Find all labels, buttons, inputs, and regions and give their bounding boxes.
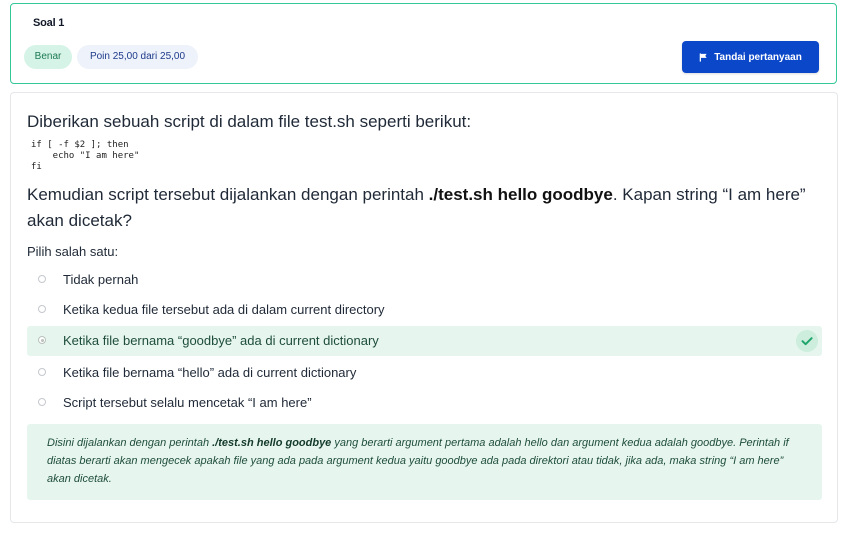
question-text: Kemudian script tersebut dijalankan deng… bbox=[27, 182, 817, 234]
answer-option-3[interactable]: Ketika file bernama “goodbye” ada di cur… bbox=[27, 326, 822, 356]
choose-one-label: Pilih salah satu: bbox=[27, 244, 119, 259]
feedback-command: ./test.sh hello goodbye bbox=[212, 437, 332, 449]
answer-option-label: Ketika file bernama “goodbye” ada di cur… bbox=[63, 333, 379, 348]
question-command: ./test.sh hello goodbye bbox=[428, 185, 613, 204]
feedback-text-before: Disini dijalankan dengan perintah bbox=[47, 437, 213, 449]
status-badge: Benar bbox=[24, 45, 72, 69]
question-text-before: Kemudian script tersebut dijalankan deng… bbox=[27, 185, 429, 204]
radio-button[interactable] bbox=[38, 275, 46, 283]
radio-button-selected[interactable] bbox=[38, 336, 46, 344]
radio-button[interactable] bbox=[38, 368, 46, 376]
radio-button[interactable] bbox=[38, 398, 46, 406]
answer-option-4[interactable]: Ketika file bernama “hello” ada di curre… bbox=[27, 358, 822, 388]
flag-icon bbox=[699, 52, 707, 62]
answer-option-label: Script tersebut selalu mencetak “I am he… bbox=[63, 395, 312, 410]
answer-option-5[interactable]: Script tersebut selalu mencetak “I am he… bbox=[27, 388, 822, 418]
question-intro: Diberikan sebuah script di dalam file te… bbox=[27, 112, 472, 131]
answer-option-label: Tidak pernah bbox=[63, 272, 139, 287]
points-badge: Poin 25,00 dari 25,00 bbox=[77, 45, 198, 69]
flag-button-label: Tandai pertanyaan bbox=[714, 51, 802, 63]
question-title: Soal 1 bbox=[33, 17, 65, 29]
answer-option-label: Ketika file bernama “hello” ada di curre… bbox=[63, 365, 357, 380]
question-info-card: Soal 1 Benar Poin 25,00 dari 25,00 Tanda… bbox=[10, 3, 837, 84]
code-snippet: if [ -f $2 ]; then echo "I am here" fi bbox=[31, 140, 140, 172]
answer-option-2[interactable]: Ketika kedua file tersebut ada di dalam … bbox=[27, 295, 822, 325]
check-icon bbox=[796, 330, 818, 352]
radio-button[interactable] bbox=[38, 305, 46, 313]
answer-option-label: Ketika kedua file tersebut ada di dalam … bbox=[63, 302, 385, 317]
flag-question-button[interactable]: Tandai pertanyaan bbox=[682, 41, 819, 73]
feedback-box: Disini dijalankan dengan perintah ./test… bbox=[27, 424, 822, 500]
question-body-card: Diberikan sebuah script di dalam file te… bbox=[10, 92, 838, 523]
answer-option-1[interactable]: Tidak pernah bbox=[27, 265, 822, 295]
